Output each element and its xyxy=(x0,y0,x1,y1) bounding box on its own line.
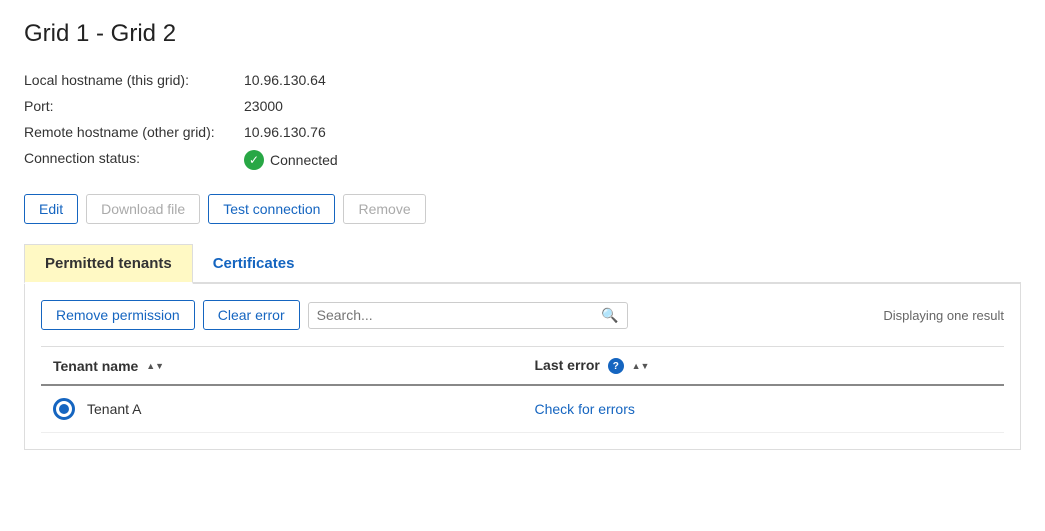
connection-status-value: ✓ Connected xyxy=(244,150,1021,170)
connection-status-label: Connection status: xyxy=(24,150,244,170)
remove-permission-button[interactable]: Remove permission xyxy=(41,300,195,330)
remote-hostname-value: 10.96.130.76 xyxy=(244,124,1021,140)
info-section: Local hostname (this grid): 10.96.130.64… xyxy=(24,72,1021,170)
port-label: Port: xyxy=(24,98,244,114)
last-error-header: Last error ? ▲▼ xyxy=(523,347,1005,386)
tenants-table: Tenant name ▲▼ Last error ? ▲▼ Tenan xyxy=(41,346,1004,433)
result-count: Displaying one result xyxy=(883,308,1004,323)
connection-status-text: Connected xyxy=(270,152,338,168)
table-row: Tenant A Check for errors xyxy=(41,385,1004,433)
tenant-name-sort-icon[interactable]: ▲▼ xyxy=(146,362,164,371)
last-error-cell: Check for errors xyxy=(523,385,1005,433)
last-error-sort-icon[interactable]: ▲▼ xyxy=(632,362,650,371)
download-file-button: Download file xyxy=(86,194,200,224)
clear-error-button[interactable]: Clear error xyxy=(203,300,300,330)
page-title: Grid 1 - Grid 2 xyxy=(24,20,1021,48)
remote-hostname-label: Remote hostname (other grid): xyxy=(24,124,244,140)
local-hostname-label: Local hostname (this grid): xyxy=(24,72,244,88)
tabs: Permitted tenants Certificates xyxy=(24,244,1021,284)
connected-icon: ✓ xyxy=(244,150,264,170)
last-error-help-icon[interactable]: ? xyxy=(608,358,624,374)
tab-certificates[interactable]: Certificates xyxy=(193,244,315,282)
tenant-name-cell: Tenant A xyxy=(41,385,523,433)
tab-permitted-tenants[interactable]: Permitted tenants xyxy=(24,244,193,284)
test-connection-button[interactable]: Test connection xyxy=(208,194,335,224)
search-box[interactable]: 🔍 xyxy=(308,302,628,329)
search-icon: 🔍 xyxy=(601,307,618,324)
tab-content: Remove permission Clear error 🔍 Displayi… xyxy=(24,284,1021,450)
tenant-radio-icon[interactable] xyxy=(53,398,75,420)
tenant-name-header: Tenant name ▲▼ xyxy=(41,347,523,386)
edit-button[interactable]: Edit xyxy=(24,194,78,224)
local-hostname-value: 10.96.130.64 xyxy=(244,72,1021,88)
remove-button: Remove xyxy=(343,194,425,224)
port-value: 23000 xyxy=(244,98,1021,114)
toolbar: Remove permission Clear error 🔍 Displayi… xyxy=(41,300,1004,330)
table-header-row: Tenant name ▲▼ Last error ? ▲▼ xyxy=(41,347,1004,386)
action-buttons: Edit Download file Test connection Remov… xyxy=(24,194,1021,224)
tenant-name-value: Tenant A xyxy=(87,401,142,417)
check-for-errors-link[interactable]: Check for errors xyxy=(535,401,635,417)
search-input[interactable] xyxy=(317,307,602,323)
